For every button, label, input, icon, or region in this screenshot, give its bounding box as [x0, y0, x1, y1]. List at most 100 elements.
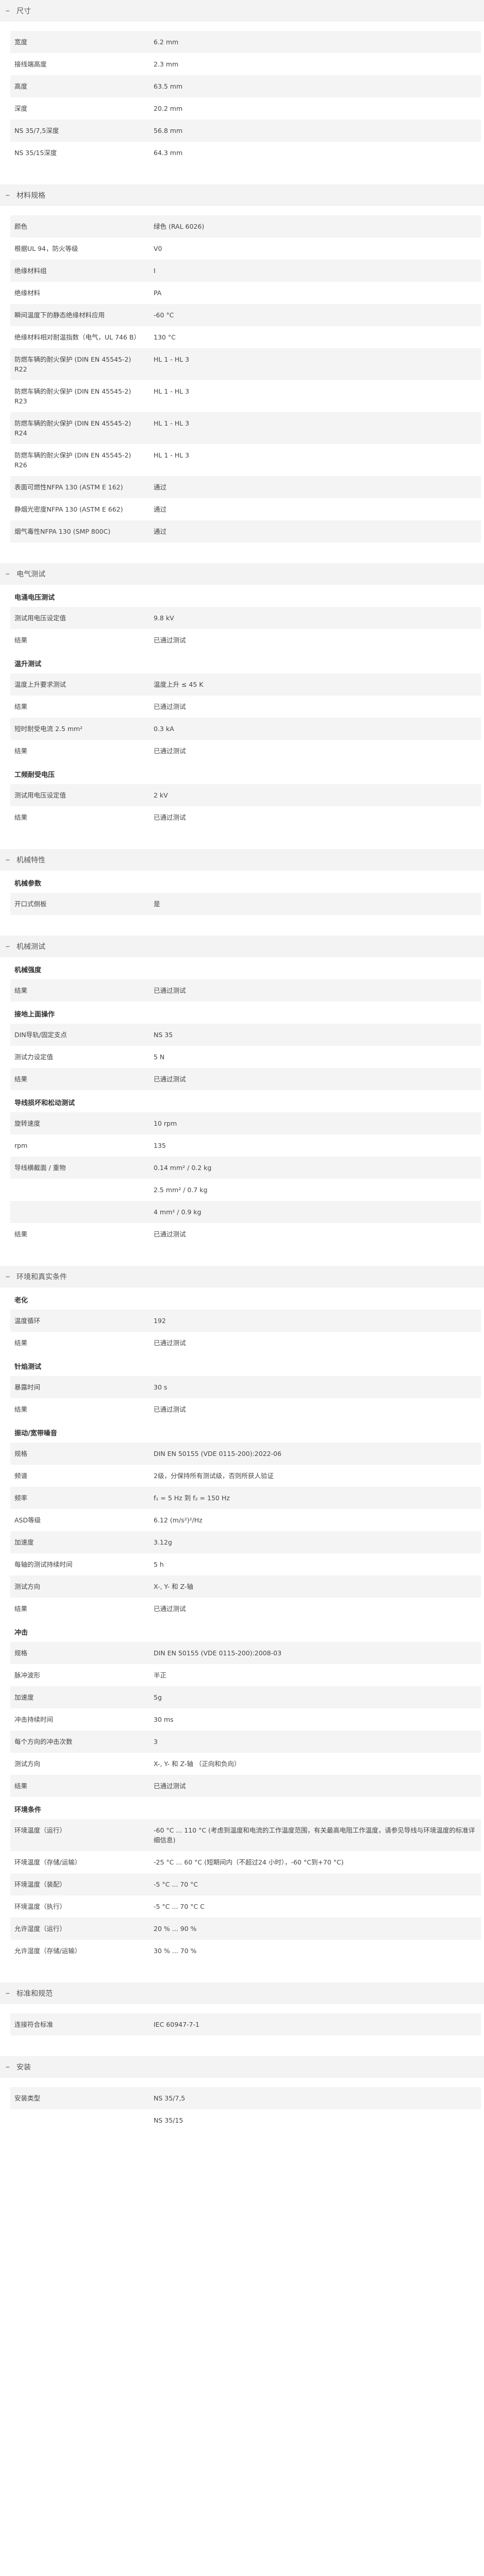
- property-row: 4 mm² / 0.9 kg: [10, 1201, 481, 1223]
- property-value: -60 °C: [149, 304, 481, 326]
- property-value: 已通过测试: [154, 814, 186, 821]
- property-label: 结果: [14, 747, 28, 755]
- property-value: 6.12 (m/s²)²/Hz: [154, 1516, 203, 1524]
- property-row: 旋转速度 10 rpm: [10, 1112, 481, 1134]
- property-label: 允许湿度（存储/运输）: [14, 1947, 81, 1955]
- property-row: 测试方向 X-, Y- 和 Z-轴: [10, 1575, 481, 1598]
- property-row: 防燃车辆的耐火保护 (DIN EN 45545-2) R22 HL 1 - HL …: [10, 348, 481, 380]
- property-label: 结果: [14, 1339, 28, 1347]
- property-label: [10, 2109, 149, 2131]
- group-heading: 机械强度: [14, 967, 42, 974]
- property-label: NS 35/15深度: [14, 149, 57, 157]
- property-value: 通过: [149, 476, 481, 498]
- property-row: 结果 已通过测试: [10, 1068, 481, 1090]
- collapse-icon[interactable]: −: [3, 569, 12, 579]
- property-table: 安装类型 NS 35/7,5 NS 35/15: [10, 2087, 481, 2131]
- property-value: 已通过测试: [154, 636, 186, 644]
- property-row: 频谱 2级，分保持所有测试级，否则所获人验证: [10, 1465, 481, 1487]
- property-value: I: [149, 260, 481, 282]
- property-value: 6.2 mm: [149, 31, 481, 53]
- property-table: 开口式侧板是: [10, 893, 481, 915]
- property-value: 已通过测试: [149, 979, 481, 1002]
- property-value: 135: [154, 1142, 166, 1149]
- group-heading: 温升测试: [14, 660, 42, 668]
- property-row: 2.5 mm² / 0.7 kg: [10, 1179, 481, 1201]
- property-label: 加速度: [10, 1531, 149, 1553]
- property-row: 静烟光密度NFPA 130 (ASTM E 662) 通过: [10, 498, 481, 520]
- property-value: 56.8 mm: [149, 120, 481, 142]
- property-label: 防燃车辆的耐火保护 (DIN EN 45545-2) R23: [14, 387, 131, 405]
- property-label: rpm: [14, 1142, 28, 1149]
- section-header[interactable]: − 尺寸: [0, 0, 484, 22]
- property-row: 根据UL 94，防火等级 V0: [10, 238, 481, 260]
- property-label: 规格: [10, 1642, 149, 1664]
- property-value: HL 1 - HL 3: [149, 348, 481, 380]
- section-header[interactable]: − 标准和规范: [0, 1982, 484, 2004]
- property-label: 测试方向: [14, 1760, 41, 1768]
- property-label: 结果: [14, 814, 28, 821]
- section-header[interactable]: − 安装: [0, 2056, 484, 2078]
- property-value: PA: [154, 289, 162, 297]
- section-header[interactable]: − 机械测试: [0, 936, 484, 957]
- property-row: 脉冲波形 半正: [10, 1664, 481, 1686]
- property-row: 结果 已通过测试: [10, 1332, 481, 1354]
- collapse-icon[interactable]: −: [3, 2062, 12, 2072]
- property-label: 绝缘材料组: [10, 260, 149, 282]
- property-value: 130 °C: [154, 333, 176, 341]
- property-label: 脉冲波形: [14, 1671, 41, 1679]
- property-row: 每轴的测试持续时间 5 h: [10, 1553, 481, 1575]
- property-value: 5 h: [154, 1561, 164, 1568]
- property-value: 已通过测试: [149, 1068, 481, 1090]
- section-title: 机械测试: [16, 943, 45, 951]
- property-row: 结果 已通过测试: [10, 1398, 481, 1420]
- group-heading: 电涌电压测试: [14, 594, 55, 602]
- property-row: 防燃车辆的耐火保护 (DIN EN 45545-2) R23 HL 1 - HL …: [10, 380, 481, 412]
- property-value: 2级，分保持所有测试级，否则所获人验证: [154, 1472, 274, 1480]
- section-header[interactable]: − 机械特性: [0, 849, 484, 871]
- property-row: 环境温度（执行） -5 °C ... 70 °C C: [10, 1895, 481, 1918]
- collapse-icon[interactable]: −: [3, 6, 12, 15]
- property-row: 结果 已通过测试: [10, 806, 481, 828]
- property-table: 温度循环 192 结果 已通过测试: [10, 1310, 481, 1354]
- property-value: DIN EN 50155 (VDE 0115-200):2008-03: [149, 1642, 481, 1664]
- property-value: 是: [149, 893, 481, 915]
- property-label: 结果: [14, 1230, 28, 1238]
- property-value: 已通过测试: [154, 1405, 186, 1413]
- property-row: 允许湿度（存储/运输） 30 % ... 70 %: [10, 1940, 481, 1962]
- property-value: 绿色 (RAL 6026): [149, 215, 481, 238]
- section-header[interactable]: − 环境和真实条件: [0, 1266, 484, 1287]
- property-row: 结果 已通过测试: [10, 1223, 481, 1245]
- collapse-icon[interactable]: −: [3, 1989, 12, 1998]
- property-table: 测试用电压设定值 2 kV 结果 已通过测试: [10, 784, 481, 828]
- collapse-icon[interactable]: −: [3, 191, 12, 200]
- property-table: 连接符合标准 IEC 60947-7-1: [10, 2013, 481, 2036]
- property-label: 环境温度（装配）: [10, 1873, 149, 1895]
- property-row: 接线端高度 2.3 mm: [10, 53, 481, 75]
- property-label: 宽度: [10, 31, 149, 53]
- property-label: 结果: [14, 1405, 28, 1413]
- property-label: [10, 1201, 149, 1223]
- property-label: 防燃车辆的耐火保护 (DIN EN 45545-2) R24: [10, 412, 149, 444]
- collapse-icon[interactable]: −: [3, 1272, 12, 1281]
- property-value: 20 % ... 90 %: [149, 1918, 481, 1940]
- property-row: NS 35/15: [10, 2109, 481, 2131]
- property-row: 结果 已通过测试: [10, 740, 481, 762]
- section-header[interactable]: − 电气测试: [0, 563, 484, 585]
- property-value: 3.12g: [149, 1531, 481, 1553]
- section-header[interactable]: − 材料规格: [0, 184, 484, 206]
- property-label: 每个方向的冲击次数: [10, 1731, 149, 1753]
- property-label: 防燃车辆的耐火保护 (DIN EN 45545-2) R22: [10, 348, 149, 380]
- collapse-icon[interactable]: −: [3, 855, 12, 865]
- property-table: 测试用电压设定值 9.8 kV 结果 已通过测试: [10, 607, 481, 651]
- property-table: 颜色 绿色 (RAL 6026) 根据UL 94，防火等级 V0 绝缘材料组 I 绝缘材料 P…: [10, 215, 481, 543]
- property-row: 允许湿度（运行） 20 % ... 90 %: [10, 1918, 481, 1940]
- product-spec-page: − 尺寸 宽度 6.2 mm 接线端高度 2.3 mm 高度 63.5 mm 深度 20.2 mm…: [0, 0, 484, 2147]
- property-label: 导线横截面 / 重物: [10, 1157, 149, 1179]
- section-title: 电气测试: [16, 570, 45, 579]
- collapse-icon[interactable]: −: [3, 942, 12, 951]
